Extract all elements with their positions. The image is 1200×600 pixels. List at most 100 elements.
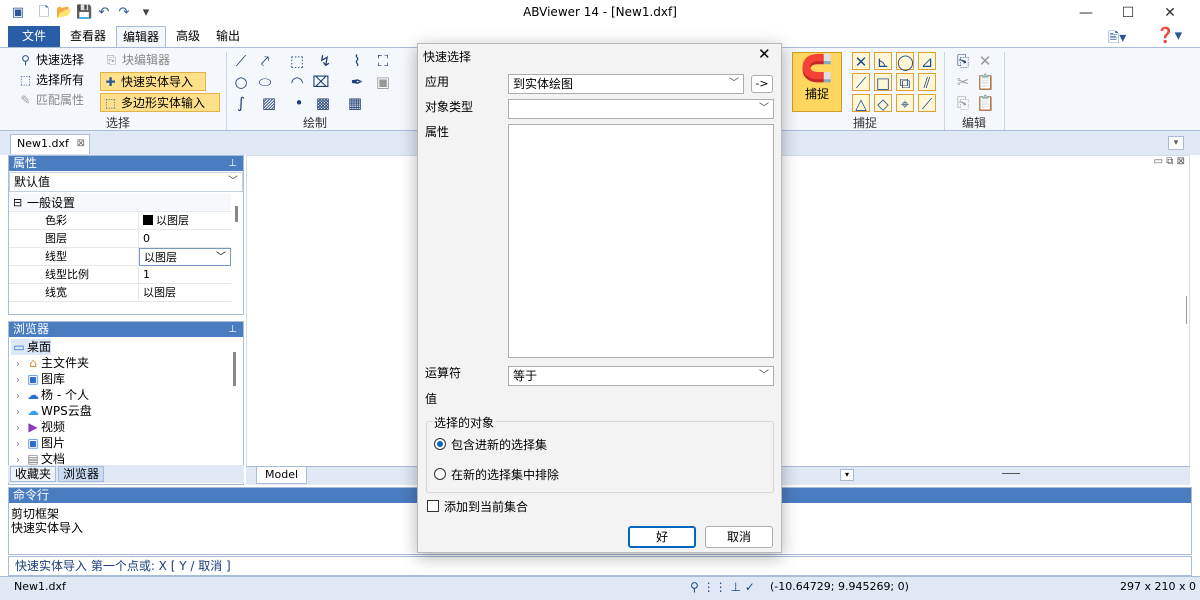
ok-button[interactable]: 好 [628,526,696,548]
tree-item-home[interactable]: › ⌂ 主文件夹 [11,355,89,371]
line-icon[interactable]: ⟋ [232,52,250,70]
properties-preset-select[interactable]: 默认值 ﹀ [9,172,243,192]
tree-item-pictures[interactable]: › ▣ 图片 [11,435,65,451]
snap-parallel-icon[interactable]: ⫽ [918,73,936,92]
tab-editor[interactable]: 编辑器 [116,26,167,47]
tree-item-wps-cloud[interactable]: › ☁ WPS云盘 [11,403,92,419]
horizontal-scroll-thumb[interactable] [1002,473,1020,474]
close-tab-icon[interactable]: ⊠ [77,135,85,153]
copy-with-base-icon[interactable]: ⎘ [954,94,972,112]
properties-list[interactable] [508,124,774,358]
snap-midpoint-icon[interactable]: △ [852,94,870,113]
ortho-icon[interactable]: ⊥ [730,580,740,594]
polar-icon[interactable]: ✓ [745,580,755,594]
arc-tool-icon[interactable]: ↯ [316,52,334,70]
rectangle-icon[interactable]: ⬚ [288,52,306,70]
help-icon[interactable]: ❓▾ [1156,26,1182,44]
snap-nearest-icon[interactable]: ⧉ [896,73,914,92]
include-option-label[interactable]: 包含进新的选择集 [451,436,547,453]
quick-entity-import-button[interactable]: ✚ 快速实体导入 [100,72,206,91]
include-radio[interactable] [434,438,446,450]
restore-icon[interactable]: ⧉ [1166,156,1173,167]
property-row-linetype[interactable]: 线型 以图层 ﹀ [9,248,231,266]
snap-center-icon[interactable]: ◯ [896,52,914,71]
maximize-icon[interactable]: ☐ [1114,3,1142,23]
minimize-icon[interactable]: ▭ [1154,156,1163,167]
spline-icon[interactable]: ⌇ [348,52,366,70]
copy-icon[interactable]: ⎘ [954,52,972,70]
delete-icon[interactable]: ✕ [976,52,994,70]
operator-select[interactable]: 等于 ﹀ [508,366,774,386]
layout-dropdown-icon[interactable]: ▾ [840,469,854,481]
snap-node-icon[interactable]: ⌖ [896,94,914,113]
exclude-option-label[interactable]: 在新的选择集中排除 [451,466,559,483]
pin-icon[interactable]: ⊥ [228,322,237,337]
raster-image-icon[interactable]: ▩ [314,94,332,112]
cut-icon[interactable]: ✂ [954,73,972,91]
paste-special-icon[interactable]: 📋 [976,94,995,112]
property-row-linetype-scale[interactable]: 线型比例 1 [9,266,231,284]
tabs-dropdown-icon[interactable]: ▾ [1168,136,1184,150]
property-row-color[interactable]: 色彩 以图层 [9,212,231,230]
apply-pick-button[interactable]: -> [751,75,773,93]
text-icon[interactable]: ⌧ [312,73,330,91]
scrollbar-thumb[interactable] [1186,296,1187,324]
point-icon[interactable]: • [290,94,308,112]
snap-perpendicular-icon[interactable]: ⊾ [874,52,892,71]
hatch-icon[interactable]: ▨ [260,94,278,112]
select-all-button[interactable]: ⬚ 选择所有 [16,71,84,90]
cancel-button[interactable]: 取消 [705,526,773,548]
property-row-layer[interactable]: 图层 0 [9,230,231,248]
curve-icon[interactable]: ∫ [232,94,250,112]
image-icon[interactable]: ▣ [374,73,392,91]
quick-select-button[interactable]: ⚲ 快速选择 [16,51,84,70]
polyline-icon[interactable]: ⤤ [256,52,274,70]
tab-model[interactable]: Model [256,467,308,484]
tab-file[interactable]: 文件 [8,26,60,47]
tab-viewer[interactable]: 查看器 [64,26,112,47]
tree-item-videos[interactable]: › ▶ 视频 [11,419,65,435]
grid-icon[interactable]: ⋮⋮ [703,580,727,594]
snap-magnet-icon[interactable]: ⚲ [690,580,699,594]
close-icon[interactable]: ✕ [758,45,771,63]
snap-button[interactable]: 🧲 捕捉 [792,52,842,112]
snap-extension-icon[interactable]: ⟋ [852,73,870,92]
collapse-icon[interactable]: ⊟ [13,194,22,212]
tab-advanced[interactable]: 高级 [170,26,206,47]
tab-browser[interactable]: 浏览器 [58,466,105,482]
tab-output[interactable]: 输出 [210,26,246,47]
snap-quadrant-icon[interactable]: ◇ [874,94,892,113]
arc-icon[interactable]: ◠ [288,73,306,91]
object-type-select[interactable]: ﹀ [508,99,774,119]
pen-icon[interactable]: ✒ [348,73,366,91]
scrollbar-thumb[interactable] [233,352,236,386]
snap-intersection-icon[interactable]: ✕ [852,52,870,71]
exclude-radio[interactable] [434,468,446,480]
snap-insert-icon[interactable]: ⟋ [918,94,936,113]
close-icon[interactable]: ⊠ [1177,156,1185,167]
ellipse-icon[interactable]: ⬭ [256,73,274,91]
document-tab-new1[interactable]: New1.dxf ⊠ [10,134,90,154]
close-icon[interactable]: ✕ [1156,3,1184,23]
block-editor-button[interactable]: ⎘ 块编辑器 [102,51,170,70]
region-icon[interactable]: ⛶ [374,52,392,70]
tab-favorites[interactable]: 收藏夹 [10,466,57,482]
snap-tangent-icon[interactable]: ⊿ [918,52,936,71]
scrollbar-thumb[interactable] [235,206,238,222]
tree-item-onedrive[interactable]: › ☁ 杨 - 个人 [11,387,89,403]
table-icon[interactable]: ▦ [346,94,364,112]
snap-endpoint-icon[interactable]: □ [874,73,892,92]
match-properties-button[interactable]: ✎ 匹配属性 [16,91,84,110]
command-input[interactable]: 快速实体导入 第一个点或: X [ Y / 取消 ] [8,556,1192,576]
append-label[interactable]: 添加到当前集合 [444,498,528,515]
property-row-lineweight[interactable]: 线宽 以图层 [9,284,231,302]
properties-section-row[interactable]: ⊟ 一般设置 [9,194,231,212]
minimize-icon[interactable]: — [1072,3,1100,23]
tree-item-gallery[interactable]: › ▣ 图库 [11,371,65,387]
tree-item-desktop[interactable]: ▭ 桌面 [11,339,52,355]
circle-icon[interactable]: ○ [232,73,250,91]
append-checkbox[interactable] [427,500,439,512]
apply-select[interactable]: 到实体绘图 ﹀ [508,74,744,94]
paste-icon[interactable]: 📋 [976,73,995,91]
polygon-entity-input-button[interactable]: ⬚ 多边形实体输入 [100,93,220,112]
